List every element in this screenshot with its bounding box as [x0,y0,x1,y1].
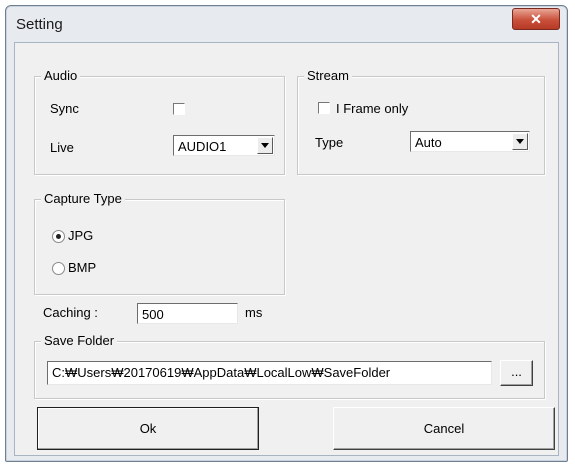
chevron-down-icon[interactable] [257,137,273,154]
caching-label: Caching : [43,305,98,320]
title-bar[interactable]: Setting ✕ [6,6,567,42]
dialog-body: Audio Sync Live AUDIO1 Stream I Frame on… [14,42,559,456]
type-label: Type [315,135,344,150]
audio-group: Audio Sync Live AUDIO1 [34,68,285,175]
ok-button[interactable]: Ok [37,407,259,450]
iframe-only-checkbox[interactable] [318,102,330,114]
browse-button[interactable]: ... [500,360,533,386]
save-folder-group: Save Folder C:₩Users₩20170619₩AppData₩Lo… [34,333,545,399]
capture-radio-jpg[interactable] [52,230,65,243]
stream-group-legend: Stream [304,68,352,83]
stream-group: Stream I Frame only Type Auto [297,68,545,175]
close-icon: ✕ [530,11,542,27]
caching-unit: ms [245,305,263,320]
live-select[interactable]: AUDIO1 [173,135,275,156]
cancel-button[interactable]: Cancel [333,407,555,450]
save-folder-path[interactable]: C:₩Users₩20170619₩AppData₩LocalLow₩SaveF… [47,361,492,385]
capture-type-group: Capture Type JPG BMP [34,191,285,295]
type-select[interactable]: Auto [410,131,530,152]
live-label: Live [50,140,74,155]
capture-label-jpg: JPG [68,228,94,243]
capture-label-bmp: BMP [68,260,97,275]
type-select-value: Auto [415,135,442,150]
capture-type-legend: Capture Type [41,191,125,206]
sync-label: Sync [50,101,79,116]
settings-dialog: Setting ✕ Audio Sync Live AUDIO1 Stream … [5,5,568,462]
live-select-value: AUDIO1 [178,139,227,154]
audio-group-legend: Audio [41,68,81,83]
chevron-down-icon[interactable] [512,133,528,150]
save-folder-legend: Save Folder [41,333,118,348]
caching-input[interactable]: 500 [137,303,238,324]
iframe-only-label: I Frame only [336,101,409,116]
window-title: Setting [16,16,63,33]
sync-checkbox[interactable] [173,103,185,115]
close-button[interactable]: ✕ [512,8,560,30]
capture-radio-bmp[interactable] [52,262,65,275]
